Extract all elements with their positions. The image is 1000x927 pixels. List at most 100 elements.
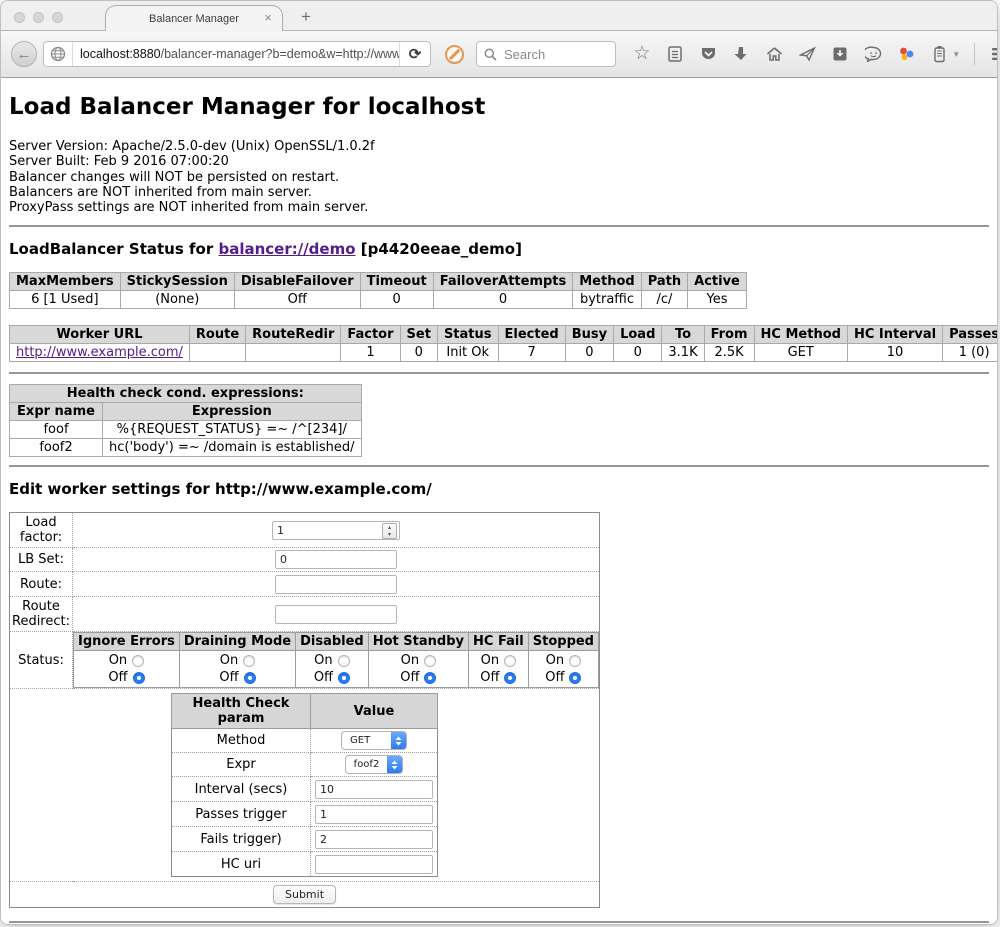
server-built-line: Server Built: Feb 9 2016 07:00:20 bbox=[9, 154, 989, 169]
tab-balancer-manager[interactable]: Balancer Manager × bbox=[105, 5, 283, 31]
edit-worker-heading: Edit worker settings for http://www.exam… bbox=[9, 480, 989, 498]
close-window-button[interactable] bbox=[14, 12, 25, 23]
url-text[interactable]: localhost:8880/balancer-manager?b=demo&w… bbox=[73, 47, 399, 61]
divider bbox=[9, 225, 989, 227]
form-row-submit: Submit bbox=[10, 882, 600, 908]
page-title: Load Balancer Manager for localhost bbox=[9, 78, 989, 120]
radio-draining-mode-on[interactable] bbox=[243, 655, 255, 667]
radio-hot-standby-off[interactable] bbox=[424, 672, 436, 684]
form-row-route: Route: bbox=[10, 572, 600, 597]
hc-row-method: Method GET bbox=[172, 729, 438, 753]
back-button[interactable]: ← bbox=[11, 41, 37, 67]
back-icon: ← bbox=[17, 46, 32, 63]
hc-row-interval: Interval (secs) bbox=[172, 777, 438, 802]
table-row: http://www.example.com/ 1 0 Init Ok 7 0 … bbox=[10, 344, 998, 362]
search-bar[interactable] bbox=[476, 41, 616, 67]
table-header-row: Health Check param Value bbox=[172, 694, 438, 729]
hello-icon[interactable] bbox=[896, 44, 916, 64]
radio-ignore-errors-on[interactable] bbox=[132, 655, 144, 667]
hc-interval-label: Interval (secs) bbox=[172, 777, 311, 802]
chat-icon[interactable] bbox=[863, 44, 883, 64]
minimize-window-button[interactable] bbox=[33, 12, 44, 23]
new-tab-button[interactable]: + bbox=[301, 7, 311, 27]
hc-method-label: Method bbox=[172, 729, 311, 753]
server-info: Server Version: Apache/2.5.0-dev (Unix) … bbox=[9, 139, 989, 215]
reload-button[interactable]: ⟳ bbox=[399, 42, 430, 66]
menu-hamburger-icon[interactable] bbox=[990, 44, 998, 64]
number-stepper[interactable]: ▴▾ bbox=[382, 523, 397, 539]
lb-set-label: LB Set: bbox=[10, 548, 73, 572]
reading-list-icon[interactable] bbox=[665, 44, 685, 64]
toolbar-icons: ☆ ▾ bbox=[632, 43, 998, 65]
url-path: /balancer-manager?b=demo&w=http://www.ex… bbox=[161, 47, 399, 61]
nav-toolbar: ← localhost:8880/balancer-manager?b=demo… bbox=[1, 31, 997, 78]
radio-draining-mode-off[interactable] bbox=[244, 672, 256, 684]
downloads-icon[interactable] bbox=[731, 44, 751, 64]
load-factor-input[interactable] bbox=[272, 521, 400, 540]
url-bar[interactable]: localhost:8880/balancer-manager?b=demo&w… bbox=[43, 41, 431, 67]
route-redirect-input[interactable] bbox=[275, 605, 397, 624]
divider bbox=[9, 465, 989, 467]
zoom-window-button[interactable] bbox=[52, 12, 63, 23]
site-identity-button[interactable] bbox=[44, 42, 73, 66]
traffic-lights bbox=[14, 12, 63, 23]
status-cell-hot-standby: On Off bbox=[368, 651, 468, 688]
radio-disabled-off[interactable] bbox=[338, 672, 350, 684]
radio-hc-fail-off[interactable] bbox=[504, 672, 516, 684]
search-input[interactable] bbox=[502, 46, 606, 63]
save-page-icon[interactable] bbox=[830, 44, 850, 64]
send-tab-icon[interactable] bbox=[797, 44, 817, 64]
hc-passes-input[interactable] bbox=[315, 805, 433, 824]
tab-title: Balancer Manager bbox=[149, 13, 239, 25]
submit-button[interactable]: Submit bbox=[273, 885, 336, 904]
hc-expr-select[interactable]: foof2 bbox=[345, 755, 404, 774]
route-input[interactable] bbox=[275, 575, 397, 594]
radio-ignore-errors-off[interactable] bbox=[133, 672, 145, 684]
radio-stopped-off[interactable] bbox=[569, 672, 581, 684]
health-check-param-table: Health Check param Value Method GET bbox=[171, 693, 438, 877]
hc-expr-label: Expr bbox=[172, 753, 311, 777]
radio-disabled-on[interactable] bbox=[338, 655, 350, 667]
divider bbox=[9, 921, 989, 923]
table-row: foof2 hc('body') =~ /domain is establish… bbox=[10, 439, 362, 457]
status-cell-stopped: On Off bbox=[528, 651, 598, 688]
worker-url-link[interactable]: http://www.example.com/ bbox=[16, 345, 183, 360]
status-label: Status: bbox=[10, 632, 73, 689]
balancer-demo-link[interactable]: balancer://demo bbox=[218, 240, 355, 258]
status-cell-hc-fail: On Off bbox=[469, 651, 529, 688]
home-icon[interactable] bbox=[764, 44, 784, 64]
pocket-icon[interactable] bbox=[698, 44, 718, 64]
inherit-notice-line: Balancers are NOT inherited from main se… bbox=[9, 185, 989, 200]
loadbalancer-status-heading: LoadBalancer Status for balancer://demo … bbox=[9, 240, 989, 258]
bookmark-star-icon[interactable]: ☆ bbox=[632, 44, 652, 64]
form-row-health-check: Health Check param Value Method GET bbox=[10, 689, 600, 882]
radio-hc-fail-on[interactable] bbox=[504, 655, 516, 667]
hc-method-select[interactable]: GET bbox=[341, 731, 407, 750]
status-radio-row: On Off On Off On Off bbox=[74, 651, 599, 688]
edit-worker-form: Load factor: ▴▾ LB Set: Route: Route Red… bbox=[9, 512, 600, 908]
status-table: Ignore Errors Draining Mode Disabled Hot… bbox=[73, 632, 599, 688]
route-redirect-label: Route Redirect: bbox=[10, 597, 73, 632]
tab-close-icon[interactable]: × bbox=[264, 10, 272, 26]
search-icon bbox=[484, 48, 497, 61]
lb-set-input[interactable] bbox=[275, 550, 397, 569]
form-row-status: Status: Ignore Errors Draining Mode Disa… bbox=[10, 632, 600, 689]
server-version-line: Server Version: Apache/2.5.0-dev (Unix) … bbox=[9, 139, 989, 154]
hc-uri-input[interactable] bbox=[315, 855, 433, 874]
globe-icon bbox=[50, 46, 66, 62]
radio-hot-standby-on[interactable] bbox=[424, 655, 436, 667]
page-content: Load Balancer Manager for localhost Serv… bbox=[1, 78, 997, 925]
hc-fails-input[interactable] bbox=[315, 830, 433, 849]
addon-battery-icon[interactable] bbox=[929, 44, 949, 64]
load-factor-label: Load factor: bbox=[10, 513, 73, 548]
radio-stopped-on[interactable] bbox=[569, 655, 581, 667]
worker-status-table: Worker URL Route RouteRedir Factor Set S… bbox=[9, 325, 997, 362]
adblock-icon[interactable] bbox=[445, 45, 464, 64]
table-row: foof %{REQUEST_STATUS} =~ /^[234]/ bbox=[10, 421, 362, 439]
hc-passes-label: Passes trigger bbox=[172, 802, 311, 827]
addon-caret-icon[interactable]: ▾ bbox=[954, 49, 959, 60]
hc-uri-label: HC uri bbox=[172, 852, 311, 877]
table-header-row: Worker URL Route RouteRedir Factor Set S… bbox=[10, 326, 998, 344]
hc-interval-input[interactable] bbox=[315, 780, 433, 799]
proxypass-notice-line: ProxyPass settings are NOT inherited fro… bbox=[9, 200, 989, 215]
